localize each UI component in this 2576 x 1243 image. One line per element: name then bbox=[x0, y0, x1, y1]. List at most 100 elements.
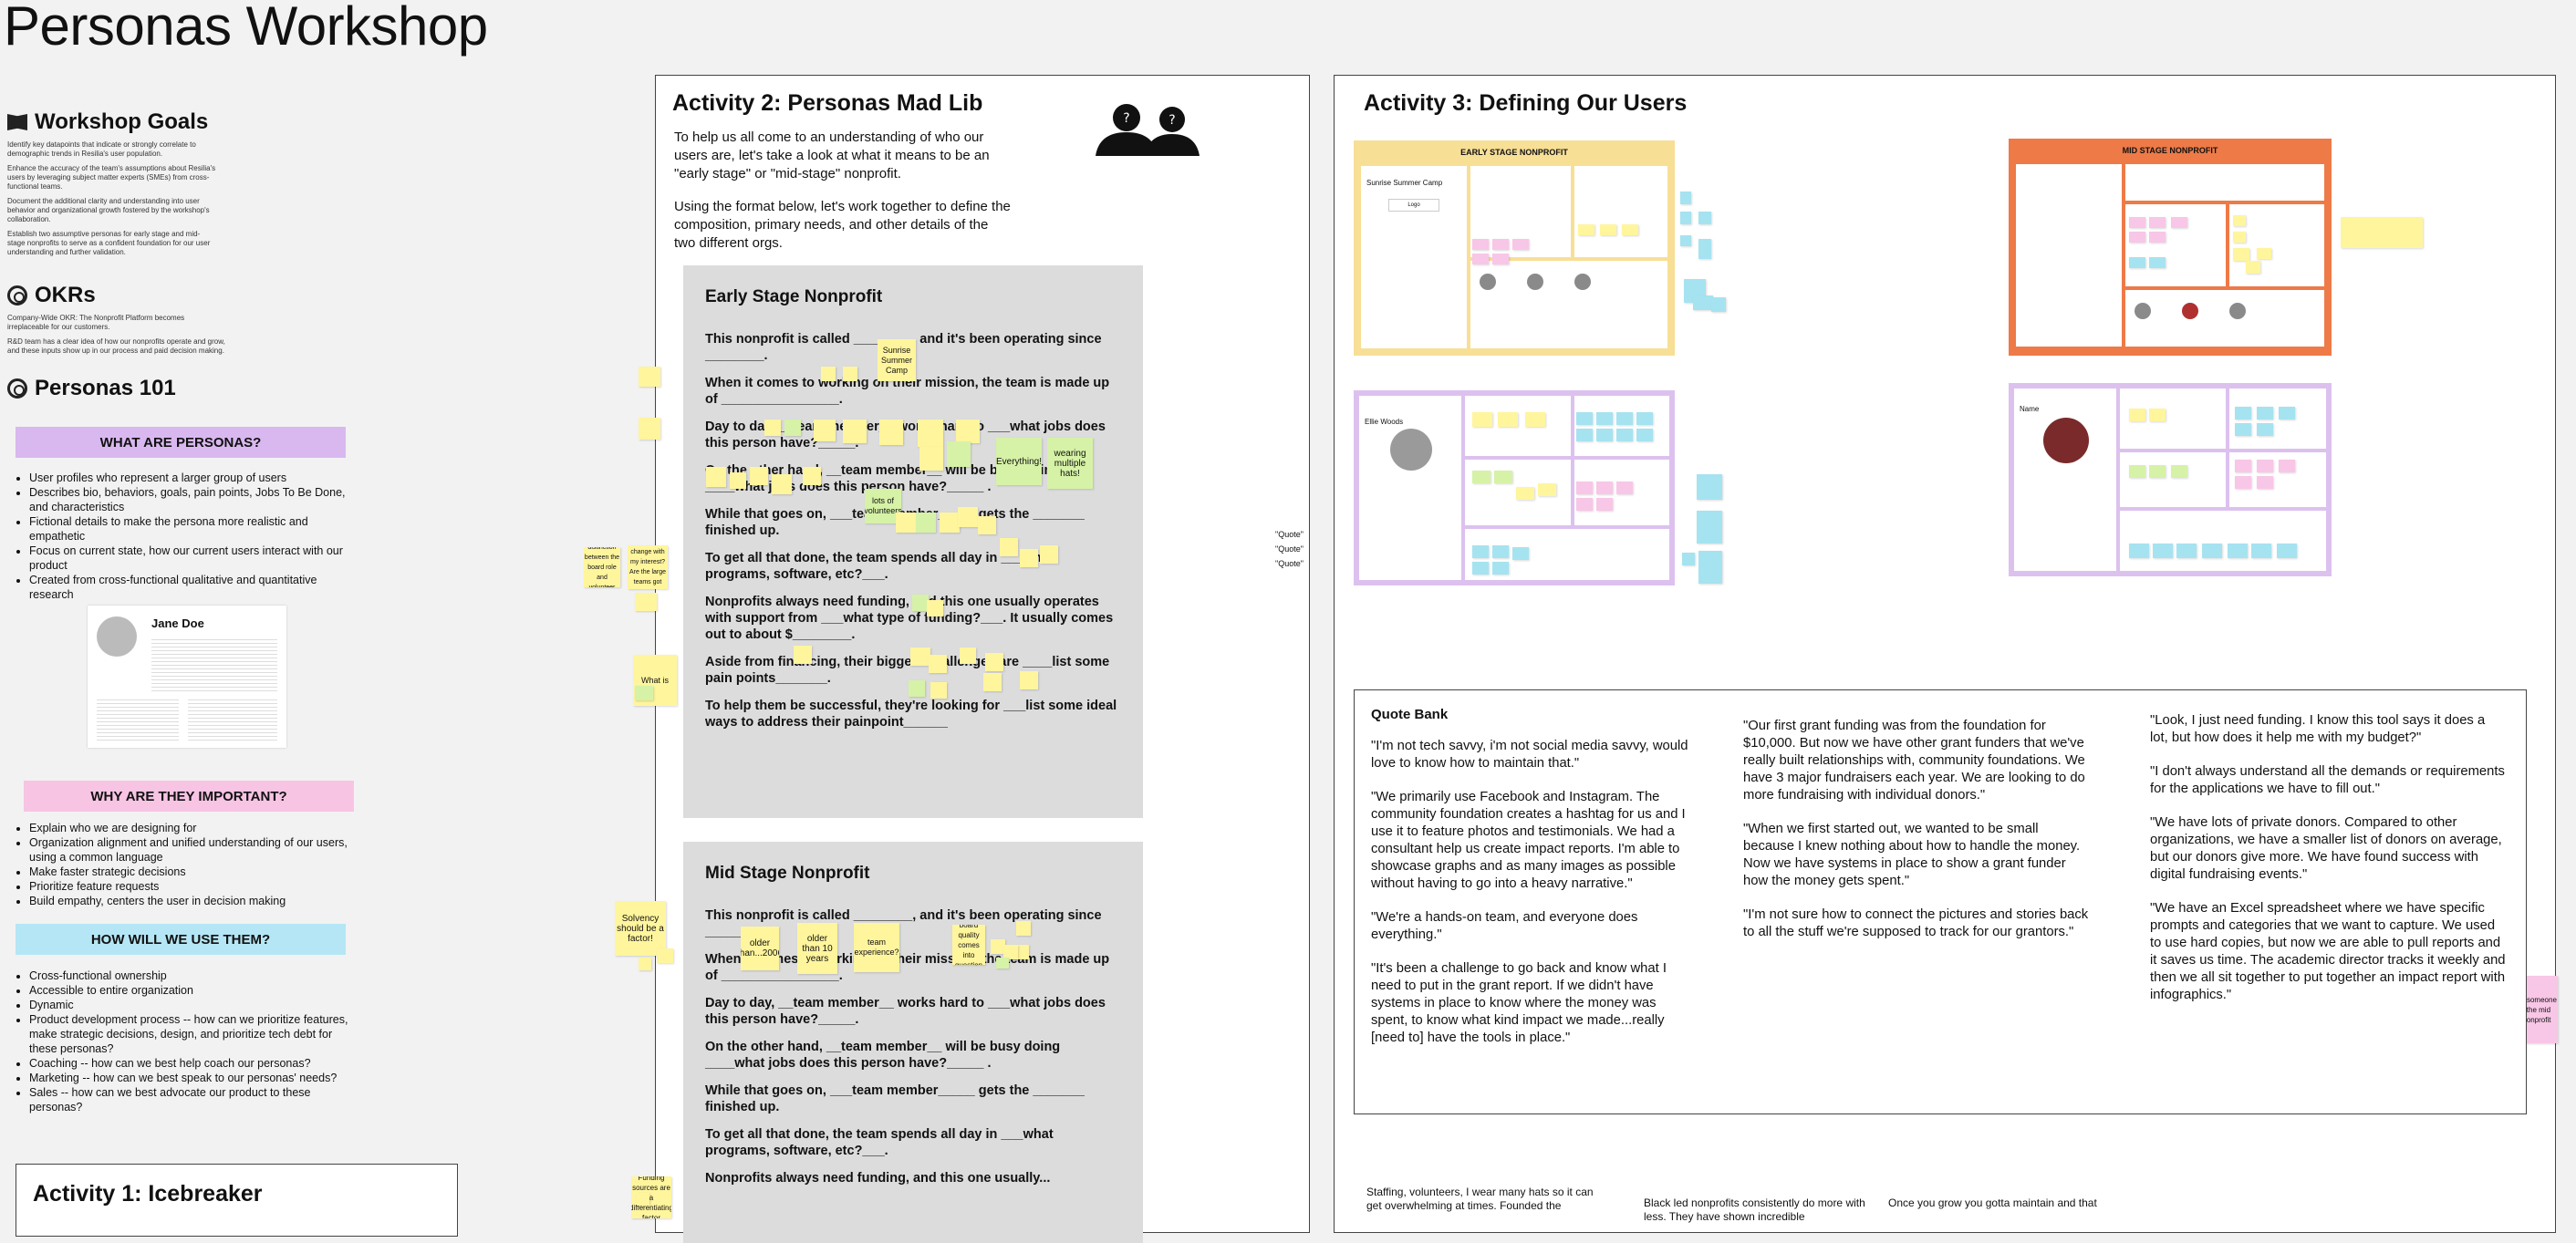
sticky-note[interactable] bbox=[1616, 482, 1633, 494]
sticky-note[interactable] bbox=[1636, 429, 1653, 441]
sticky-note[interactable]: team experience? bbox=[854, 923, 899, 972]
sticky-note[interactable] bbox=[639, 367, 660, 387]
sticky-note[interactable] bbox=[2171, 465, 2187, 478]
sticky-note[interactable] bbox=[1492, 239, 1509, 250]
sticky-note[interactable] bbox=[1492, 254, 1509, 264]
sticky-note[interactable] bbox=[2235, 423, 2251, 436]
sticky-note[interactable] bbox=[1492, 545, 1509, 558]
sticky-note[interactable]: Everything! bbox=[996, 438, 1042, 485]
sticky-note[interactable] bbox=[2129, 232, 2145, 243]
sticky-note[interactable] bbox=[1698, 212, 1711, 224]
sticky-note[interactable] bbox=[1000, 538, 1018, 556]
sticky-note[interactable] bbox=[2257, 476, 2273, 489]
sticky-note[interactable] bbox=[1516, 487, 1534, 500]
sticky-note[interactable] bbox=[1576, 498, 1593, 511]
sticky-note[interactable] bbox=[794, 646, 812, 664]
sticky-note[interactable] bbox=[2129, 217, 2145, 228]
sticky-note[interactable] bbox=[916, 513, 936, 533]
sticky-note[interactable] bbox=[985, 653, 1003, 671]
sticky-note[interactable] bbox=[983, 673, 1002, 691]
sticky-note[interactable] bbox=[2129, 409, 2145, 421]
sticky-note[interactable] bbox=[2176, 544, 2197, 558]
sticky-note[interactable] bbox=[706, 467, 726, 487]
sticky-note[interactable] bbox=[1472, 254, 1489, 264]
sticky-note[interactable] bbox=[2129, 544, 2149, 558]
sticky-note[interactable] bbox=[657, 948, 673, 963]
sticky-note[interactable] bbox=[2279, 407, 2295, 420]
sticky-note[interactable] bbox=[1472, 471, 1491, 483]
sticky-note[interactable]: wearing multiple hats! bbox=[1047, 438, 1093, 489]
sticky-note[interactable] bbox=[1600, 224, 1616, 235]
sticky-note[interactable] bbox=[927, 600, 943, 616]
sticky-note[interactable] bbox=[730, 472, 746, 489]
sticky-note[interactable] bbox=[2235, 476, 2251, 489]
sticky-note[interactable] bbox=[919, 447, 943, 471]
sticky-note[interactable] bbox=[635, 593, 657, 611]
sticky-note[interactable] bbox=[2228, 544, 2248, 558]
sticky-note[interactable] bbox=[635, 686, 653, 700]
sticky-note[interactable] bbox=[1512, 547, 1529, 560]
sticky-note[interactable] bbox=[1576, 482, 1593, 494]
sticky-note[interactable] bbox=[1472, 545, 1489, 558]
sticky-note[interactable] bbox=[2257, 248, 2271, 259]
sticky-note[interactable] bbox=[1697, 511, 1722, 544]
sticky-note[interactable] bbox=[750, 467, 768, 485]
sticky-note[interactable] bbox=[1698, 551, 1722, 584]
sticky-note[interactable] bbox=[1020, 549, 1038, 567]
sticky-note[interactable] bbox=[2153, 544, 2173, 558]
sticky-note[interactable] bbox=[2149, 217, 2166, 228]
sticky-note[interactable] bbox=[2171, 217, 2187, 228]
sticky-note[interactable] bbox=[930, 682, 947, 699]
sticky-note[interactable] bbox=[2235, 460, 2251, 472]
sticky-note[interactable] bbox=[1616, 412, 1633, 425]
sticky-note[interactable] bbox=[947, 441, 971, 467]
sticky-note[interactable] bbox=[2233, 232, 2246, 243]
sticky-note[interactable] bbox=[2233, 215, 2246, 226]
sticky-note[interactable] bbox=[2149, 257, 2166, 268]
sticky-note[interactable] bbox=[1680, 192, 1691, 204]
sticky-note[interactable] bbox=[2251, 544, 2271, 558]
sticky-note[interactable] bbox=[1576, 429, 1593, 441]
sticky-note[interactable] bbox=[2202, 544, 2222, 558]
sticky-note[interactable] bbox=[910, 647, 930, 666]
sticky-note[interactable]: older than...2006 bbox=[741, 927, 779, 970]
sticky-note[interactable] bbox=[1525, 412, 1545, 427]
sticky-note[interactable] bbox=[978, 516, 996, 534]
sticky-note[interactable] bbox=[772, 474, 792, 494]
sticky-note[interactable] bbox=[1020, 671, 1038, 689]
sticky-note[interactable] bbox=[2279, 460, 2295, 472]
sticky-note[interactable] bbox=[2149, 232, 2166, 243]
sticky-note[interactable] bbox=[1596, 412, 1613, 425]
sticky-note[interactable] bbox=[1697, 474, 1722, 500]
sticky-note[interactable] bbox=[2149, 465, 2166, 478]
sticky-note[interactable] bbox=[2235, 407, 2251, 420]
sticky-note[interactable] bbox=[784, 420, 801, 436]
sticky-note[interactable] bbox=[843, 420, 867, 443]
sticky-note[interactable] bbox=[2149, 409, 2166, 421]
sticky-note[interactable] bbox=[2277, 544, 2297, 558]
sticky-note[interactable] bbox=[960, 647, 976, 664]
sticky-note[interactable] bbox=[1492, 562, 1509, 575]
sticky-note[interactable] bbox=[1538, 483, 1556, 496]
sticky-note[interactable]: is there a distinction between the board… bbox=[584, 547, 620, 587]
sticky-note[interactable] bbox=[764, 420, 781, 436]
sticky-note[interactable] bbox=[1040, 545, 1058, 564]
sticky-note[interactable] bbox=[1680, 235, 1691, 246]
sticky-note[interactable] bbox=[1494, 471, 1512, 483]
sticky-note[interactable] bbox=[1698, 239, 1711, 259]
sticky-note[interactable] bbox=[1711, 297, 1726, 312]
sticky-note[interactable] bbox=[956, 420, 980, 443]
sticky-note[interactable] bbox=[639, 958, 651, 970]
sticky-note[interactable] bbox=[2257, 423, 2273, 436]
sticky-note[interactable] bbox=[896, 513, 916, 533]
sticky-note[interactable] bbox=[803, 467, 821, 485]
sticky-note[interactable]: older than 10 years bbox=[797, 923, 837, 974]
sticky-note[interactable] bbox=[1693, 295, 1713, 310]
sticky-note[interactable] bbox=[2341, 217, 2423, 248]
sticky-note[interactable] bbox=[2129, 465, 2145, 478]
sticky-note[interactable] bbox=[1616, 429, 1633, 441]
sticky-note[interactable] bbox=[1636, 412, 1653, 425]
sticky-note[interactable] bbox=[1472, 239, 1489, 250]
sticky-note[interactable]: How data moved change with my interest? … bbox=[628, 545, 668, 589]
sticky-note[interactable] bbox=[1680, 212, 1691, 224]
